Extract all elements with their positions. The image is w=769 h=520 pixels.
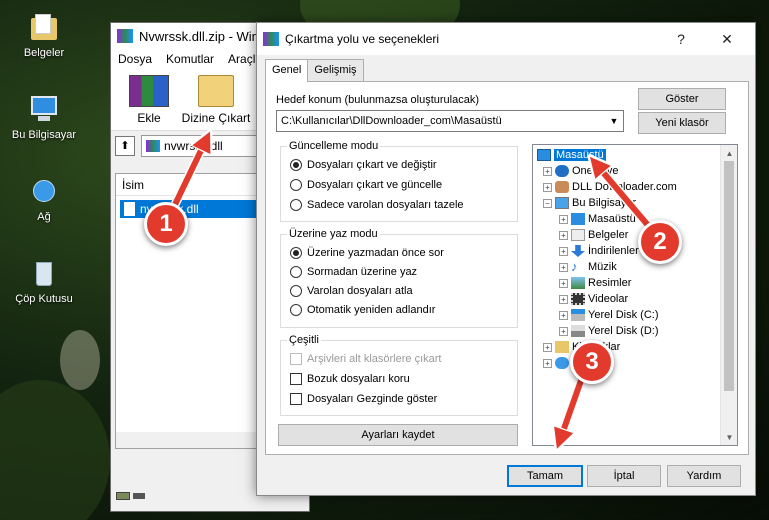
- step-badge-3: 3: [570, 340, 614, 384]
- tab-general[interactable]: Genel: [265, 59, 309, 82]
- step-badge-2: 2: [638, 220, 682, 264]
- step-badge-1: 1: [144, 202, 188, 246]
- arrow-3-fill: [560, 369, 587, 440]
- arrow-2-fill: [596, 164, 655, 233]
